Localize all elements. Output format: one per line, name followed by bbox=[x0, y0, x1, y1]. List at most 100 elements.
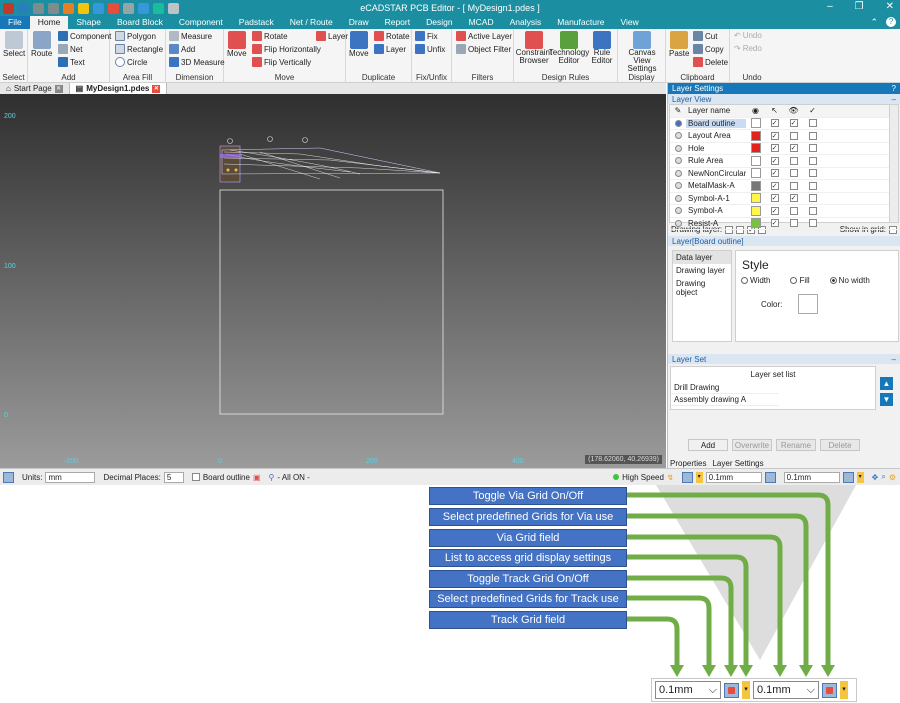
3d-measure-button[interactable]: 3D Measure bbox=[169, 57, 225, 67]
polygon-button[interactable]: Polygon bbox=[115, 31, 156, 41]
net-button[interactable]: Net bbox=[58, 44, 82, 54]
layer-color-cell[interactable] bbox=[746, 155, 765, 166]
active-layer-radio[interactable] bbox=[670, 169, 686, 177]
duplicate-layer-button[interactable]: Layer bbox=[374, 44, 406, 54]
list-item-drawing-object[interactable]: Drawing object bbox=[673, 277, 731, 299]
settings-icon[interactable] bbox=[168, 2, 179, 14]
layer-visible-checkbox[interactable] bbox=[784, 156, 803, 165]
flip-horizontal-button[interactable]: Flip Horizontally bbox=[252, 44, 321, 54]
drc-icon[interactable] bbox=[63, 2, 74, 14]
layer-grid-checkbox[interactable] bbox=[803, 144, 822, 153]
layer-select-checkbox[interactable]: ✓ bbox=[765, 144, 784, 153]
list-item-data-layer[interactable]: Data layer bbox=[673, 251, 731, 264]
duplicate-move-button[interactable]: Move bbox=[349, 31, 369, 58]
layer-visible-checkbox[interactable]: ✓ bbox=[784, 119, 803, 128]
tab-component[interactable]: Component bbox=[171, 16, 231, 29]
ribbon-collapse-icon[interactable]: ⌃ bbox=[870, 17, 878, 28]
decimal-select[interactable]: 5 bbox=[163, 471, 184, 483]
layer-grid-checkbox[interactable] bbox=[803, 219, 822, 228]
layer-grid-checkbox[interactable] bbox=[803, 194, 822, 203]
layer-grid-scrollbar[interactable] bbox=[889, 105, 898, 222]
app-icon[interactable] bbox=[3, 2, 14, 14]
via-grid-dropdown-icon-zoomed[interactable]: ▾ bbox=[840, 681, 848, 699]
collapse-icon[interactable]: – bbox=[892, 355, 896, 364]
tab-design[interactable]: Design bbox=[418, 16, 460, 29]
add-dimension-button[interactable]: Add bbox=[169, 44, 195, 54]
color-swatch-button[interactable] bbox=[798, 294, 819, 314]
active-layer-radio[interactable] bbox=[670, 194, 686, 202]
select-button[interactable]: Select bbox=[3, 31, 25, 58]
layer-color-cell[interactable] bbox=[746, 180, 765, 191]
route-button[interactable]: Route bbox=[31, 31, 52, 58]
high-speed-indicator[interactable]: High Speed ↯ bbox=[613, 473, 674, 482]
layer-color-cell[interactable] bbox=[746, 205, 765, 216]
track-grid-toggle-icon[interactable] bbox=[842, 471, 854, 483]
save-icon[interactable] bbox=[18, 2, 29, 14]
tab-analysis[interactable]: Analysis bbox=[502, 16, 550, 29]
tab-report[interactable]: Report bbox=[377, 16, 419, 29]
collapse-icon[interactable]: – bbox=[892, 95, 896, 104]
tab-draw[interactable]: Draw bbox=[341, 16, 377, 29]
copy-button[interactable]: Copy bbox=[693, 44, 724, 54]
fill-radio[interactable]: Fill bbox=[790, 276, 810, 285]
via-grid-dropdown-icon[interactable]: ▾ bbox=[695, 471, 703, 483]
active-layer-indicator[interactable]: Board outline ▣ bbox=[191, 473, 261, 482]
layer-color-cell[interactable] bbox=[746, 218, 765, 229]
close-tab-icon[interactable]: ✕ bbox=[54, 84, 63, 93]
layer-visible-checkbox[interactable] bbox=[784, 181, 803, 190]
track-grid-field[interactable]: 0.1mm bbox=[783, 471, 840, 483]
help-icon[interactable]: ? bbox=[892, 84, 896, 93]
layer-visible-checkbox[interactable] bbox=[784, 206, 803, 215]
settings-icon[interactable]: ⚙ bbox=[889, 473, 896, 482]
active-layer-radio[interactable] bbox=[670, 157, 686, 165]
layer-row[interactable]: Layout Area ✓ bbox=[670, 130, 898, 143]
layer-select-checkbox[interactable]: ✓ bbox=[765, 131, 784, 140]
layer-row[interactable]: MetalMask-A ✓ bbox=[670, 180, 898, 193]
canvas-view-settings-button[interactable]: Canvas View Settings bbox=[622, 31, 662, 73]
layer-select-checkbox[interactable]: ✓ bbox=[765, 219, 784, 228]
track-grid-dropdown-icon[interactable]: ▾ bbox=[856, 471, 864, 483]
list-item[interactable]: Assembly drawing A bbox=[671, 394, 779, 406]
snap-icon[interactable]: ✥ bbox=[872, 473, 879, 482]
filter-indicator[interactable]: ⚲ - All ON - bbox=[269, 473, 310, 482]
redo-button[interactable]: ↷ Redo bbox=[734, 44, 762, 53]
layer-select-checkbox[interactable]: ✓ bbox=[765, 206, 784, 215]
cross-probe-icon[interactable] bbox=[78, 2, 89, 14]
rotate-button[interactable]: Rotate bbox=[252, 31, 288, 41]
layer-row[interactable]: NewNonCircularHole ✓ bbox=[670, 168, 898, 180]
via-grid-toggle-icon-zoomed[interactable] bbox=[822, 682, 837, 698]
layer-grid-checkbox[interactable] bbox=[803, 206, 822, 215]
rule-editor-button[interactable]: Rule Editor bbox=[590, 31, 614, 65]
layer-select-icon[interactable]: ▣ bbox=[253, 473, 261, 482]
component-button[interactable]: Component bbox=[58, 31, 111, 41]
layer-color-cell[interactable] bbox=[746, 130, 765, 141]
close-button[interactable]: ✕ bbox=[886, 1, 894, 12]
undo-icon[interactable] bbox=[33, 2, 44, 14]
layer-visible-checkbox[interactable]: ✓ bbox=[784, 194, 803, 203]
3d-view-icon[interactable] bbox=[138, 2, 149, 14]
tab-board-block[interactable]: Board Block bbox=[109, 16, 171, 29]
layer-row[interactable]: Symbol-A ✓ bbox=[670, 205, 898, 218]
move-up-button[interactable]: ▲ bbox=[880, 377, 893, 390]
layer-view-header[interactable]: Layer View – bbox=[668, 94, 900, 104]
add-button[interactable]: Add bbox=[688, 439, 728, 451]
delete-button[interactable]: Delete bbox=[820, 439, 860, 451]
tab-mcad[interactable]: MCAD bbox=[461, 16, 502, 29]
text-button[interactable]: Text bbox=[58, 57, 85, 67]
layer-row[interactable]: Hole ✓ ✓ bbox=[670, 143, 898, 155]
high-speed-icon[interactable]: ↯ bbox=[667, 473, 674, 482]
measure-button[interactable]: Measure bbox=[169, 31, 212, 41]
active-layer-radio[interactable] bbox=[670, 119, 686, 127]
via-grid-field[interactable]: 0.1mm bbox=[705, 471, 762, 483]
tab-padstack[interactable]: Padstack bbox=[231, 16, 282, 29]
layer-color-cell[interactable] bbox=[746, 193, 765, 204]
layer-visible-checkbox[interactable] bbox=[784, 219, 803, 228]
track-grid-dropdown-icon-zoomed[interactable]: ▾ bbox=[742, 681, 750, 699]
minimize-button[interactable]: – bbox=[827, 1, 833, 12]
board-outline[interactable] bbox=[219, 189, 444, 415]
layer-color-cell[interactable] bbox=[746, 168, 765, 179]
undo-button[interactable]: ↶ Undo bbox=[734, 31, 762, 40]
layer-color-cell[interactable] bbox=[746, 143, 765, 154]
search-icon[interactable]: ⌕ bbox=[881, 472, 885, 482]
help-icon[interactable]: ? bbox=[886, 17, 896, 27]
